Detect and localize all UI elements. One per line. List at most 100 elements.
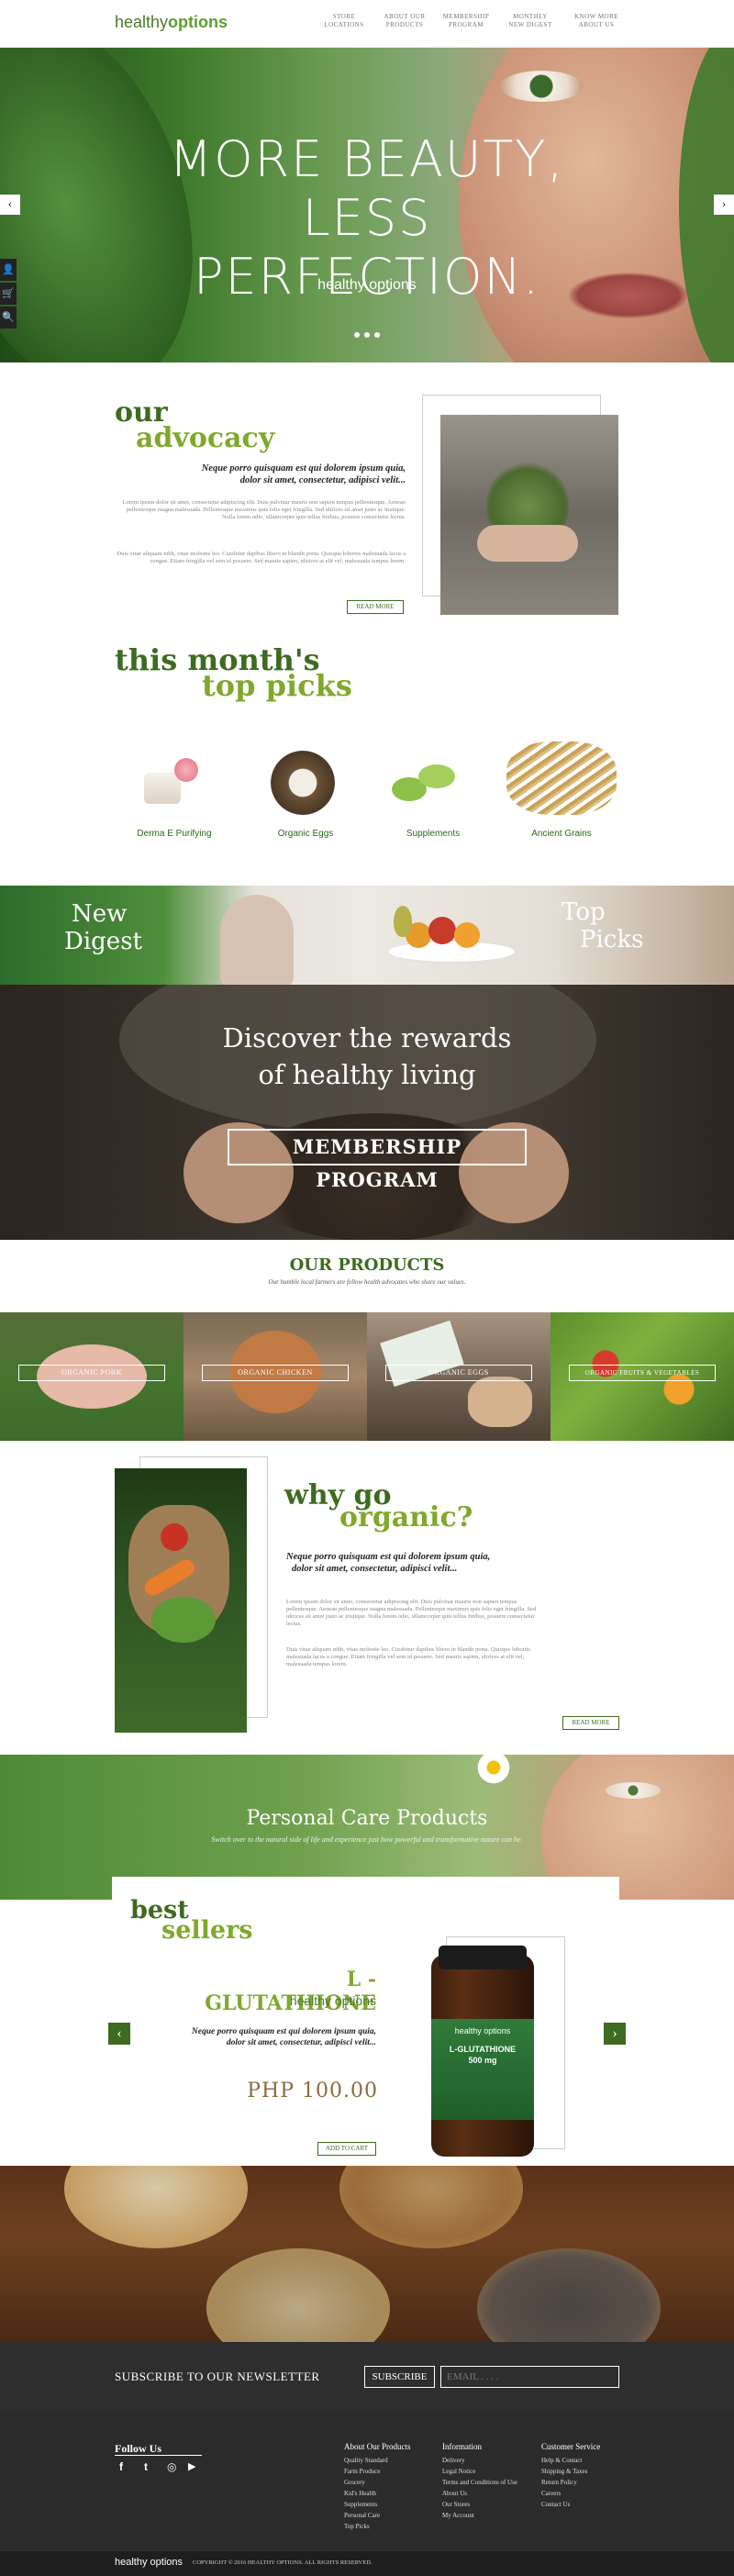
hero-prev-button[interactable]: ‹ — [0, 195, 20, 215]
why-organic-heading-2: organic? — [339, 1501, 473, 1533]
footer-link[interactable]: Personal Care — [344, 2510, 411, 2521]
footer-link[interactable]: Contact Us — [541, 2499, 600, 2510]
quote-line2: dolor sit amet, consectetur, adipisci ve… — [292, 1564, 458, 1574]
facebook-icon[interactable]: f — [119, 2460, 123, 2473]
picks-title: Top Picks — [552, 898, 643, 953]
footer-link[interactable]: Grocery — [344, 2477, 411, 2488]
top-picks-banner[interactable]: Top Picks — [364, 886, 734, 985]
footer-link[interactable]: Supplements — [344, 2499, 411, 2510]
product-bottle-image[interactable]: healthy options L-GLUTATHIONE 500 mg — [431, 1946, 534, 2157]
nav-line2: PROGRAM — [448, 21, 484, 28]
product-label-chicken: ORGANIC CHICKEN — [202, 1365, 349, 1381]
yoga-figure-image — [220, 895, 294, 985]
twitter-icon[interactable]: t — [144, 2460, 148, 2473]
footer-link[interactable]: Return Policy — [541, 2477, 600, 2488]
pick-label-grains[interactable]: Ancient Grains — [506, 829, 617, 839]
product-label-pork: ORGANIC PORK — [18, 1365, 165, 1381]
carousel-dot[interactable] — [354, 332, 360, 338]
nav-digest[interactable]: MONTHLY NEW DIGEST — [503, 13, 558, 29]
new-digest-banner[interactable]: New Digest — [0, 886, 364, 985]
footer-col-title: Customer Service — [541, 2442, 601, 2451]
nav-line1: MONTHLY — [513, 13, 548, 20]
advocacy-body-2: Duis vitae aliquam nibh, vitae molestie … — [117, 551, 406, 564]
footer-link[interactable]: Kid's Health — [344, 2488, 411, 2499]
personal-care-subtitle: Switch over to the natural side of life … — [211, 1835, 523, 1844]
pick-label-eggs[interactable]: Organic Eggs — [250, 829, 361, 839]
advocacy-read-more-button[interactable]: READ MORE — [347, 600, 404, 614]
site-footer: Follow Us f t ◎ ▶ About Our Products Qua… — [0, 2411, 734, 2576]
picks-line2: Picks — [580, 926, 644, 953]
footer-logo: healthy options — [115, 2557, 183, 2568]
digest-title: New Digest — [64, 900, 142, 955]
nav-about-products[interactable]: ABOUT OUR PRODUCTS — [377, 13, 432, 29]
footer-link[interactable]: Legal Notice — [442, 2466, 517, 2477]
footer-col-products: About Our Products Quality Standard Farm… — [344, 2442, 411, 2532]
footer-col-customer-service: Customer Service Help & Contact Shipping… — [541, 2442, 600, 2510]
membership-headline: Discover the rewards of healthy living — [0, 1020, 734, 1093]
add-to-cart-button[interactable]: ADD TO CART — [317, 2142, 376, 2156]
nav-about-us[interactable]: KNOW MORE ABOUT US — [569, 13, 624, 29]
pick-grains-image[interactable] — [506, 742, 617, 815]
membership-program-button[interactable]: MEMBERSHIP PROGRAM — [228, 1129, 527, 1191]
pick-label-supplements[interactable]: Supplements — [378, 829, 488, 839]
why-organic-quote: Neque porro quisquam est qui dolorem ips… — [286, 1551, 534, 1575]
subscribe-button[interactable]: SUBSCRIBE — [364, 2366, 435, 2388]
product-name: L - GLUTATHIONE — [205, 1968, 376, 2015]
product-tile-pork[interactable]: ORGANIC PORK — [0, 1312, 184, 1441]
nav-line2: LOCATIONS — [324, 21, 364, 28]
footer-link[interactable]: Our Stores — [442, 2499, 517, 2510]
footer-link[interactable]: Careers — [541, 2488, 600, 2499]
footer-col-title: Information — [442, 2442, 482, 2451]
our-products-heading: OUR PRODUCTS — [289, 1255, 445, 1275]
pick-supplements-image[interactable] — [387, 757, 461, 808]
quote-line2: dolor sit amet, consectetur, adipisci ve… — [226, 2038, 376, 2047]
email-input[interactable] — [440, 2366, 619, 2388]
product-tile-chicken[interactable]: ORGANIC CHICKEN — [184, 1312, 367, 1441]
footer-link[interactable]: Top Picks — [344, 2521, 411, 2532]
nav-line2: NEW DIGEST — [508, 21, 552, 28]
why-organic-read-more-button[interactable]: READ MORE — [562, 1716, 619, 1730]
plate-image — [387, 941, 516, 963]
search-icon[interactable]: 🔍 — [0, 307, 17, 329]
pick-eggs-image[interactable] — [271, 751, 335, 815]
pick-label-derma[interactable]: Derma E Purifying — [119, 829, 229, 839]
personal-care-title: Personal Care Products — [246, 1807, 488, 1830]
user-icon[interactable]: 👤 — [0, 259, 17, 281]
footer-link[interactable]: Shipping & Taxes — [541, 2466, 600, 2477]
hero-eye-image — [500, 71, 583, 102]
newsletter-label: SUBSCRIBE TO OUR NEWSLETTER — [115, 2370, 320, 2383]
footer-link[interactable]: Terms and Conditions of Use — [442, 2477, 517, 2488]
cart-icon[interactable]: 🛒 — [0, 283, 17, 305]
footer-link[interactable]: Quality Standard — [344, 2455, 411, 2466]
footer-link[interactable]: Delivery — [442, 2455, 517, 2466]
instagram-icon[interactable]: ◎ — [167, 2460, 176, 2474]
bottle-cap — [439, 1946, 527, 1969]
youtube-icon[interactable]: ▶ — [188, 2460, 195, 2472]
nav-line1: STORE — [332, 13, 356, 20]
logo-text: healthy — [115, 13, 169, 31]
footer-link[interactable]: My Account — [442, 2510, 517, 2521]
best-sellers-next-button[interactable]: › — [604, 2023, 626, 2045]
carousel-dot[interactable] — [374, 332, 380, 338]
footer-link[interactable]: Help & Contact — [541, 2455, 600, 2466]
footer-link[interactable]: Farm Produce — [344, 2466, 411, 2477]
picks-line1: Top — [562, 898, 606, 926]
nav-membership[interactable]: MEMBERSHIP PROGRAM — [439, 13, 494, 29]
product-tile-fruits-vegetables[interactable]: ORGANIC FRUITS & VEGETABLES — [550, 1312, 734, 1441]
best-sellers-prev-button[interactable]: ‹ — [108, 2023, 130, 2045]
nav-store-locations[interactable]: STORE LOCATIONS — [317, 13, 372, 29]
nav-line1: ABOUT OUR — [384, 13, 426, 20]
hero-lips-image — [569, 273, 688, 318]
advocacy-photo — [440, 415, 618, 615]
membership-line1: Discover the rewards — [222, 1022, 512, 1054]
product-tile-eggs[interactable]: ORGANIC EGGS — [367, 1312, 550, 1441]
site-header: healthyoptions STORE LOCATIONS ABOUT OUR P… — [0, 0, 734, 48]
carousel-dot[interactable] — [364, 332, 370, 338]
why-organic-photo — [115, 1468, 247, 1733]
greens-image — [151, 1597, 216, 1643]
footer-link[interactable]: About Us — [442, 2488, 517, 2499]
hero-next-button[interactable]: › — [714, 195, 734, 215]
bottle-brand: healthy options — [454, 2026, 511, 2035]
pick-derma-image[interactable] — [139, 754, 206, 809]
logo[interactable]: healthyoptions — [115, 13, 228, 32]
